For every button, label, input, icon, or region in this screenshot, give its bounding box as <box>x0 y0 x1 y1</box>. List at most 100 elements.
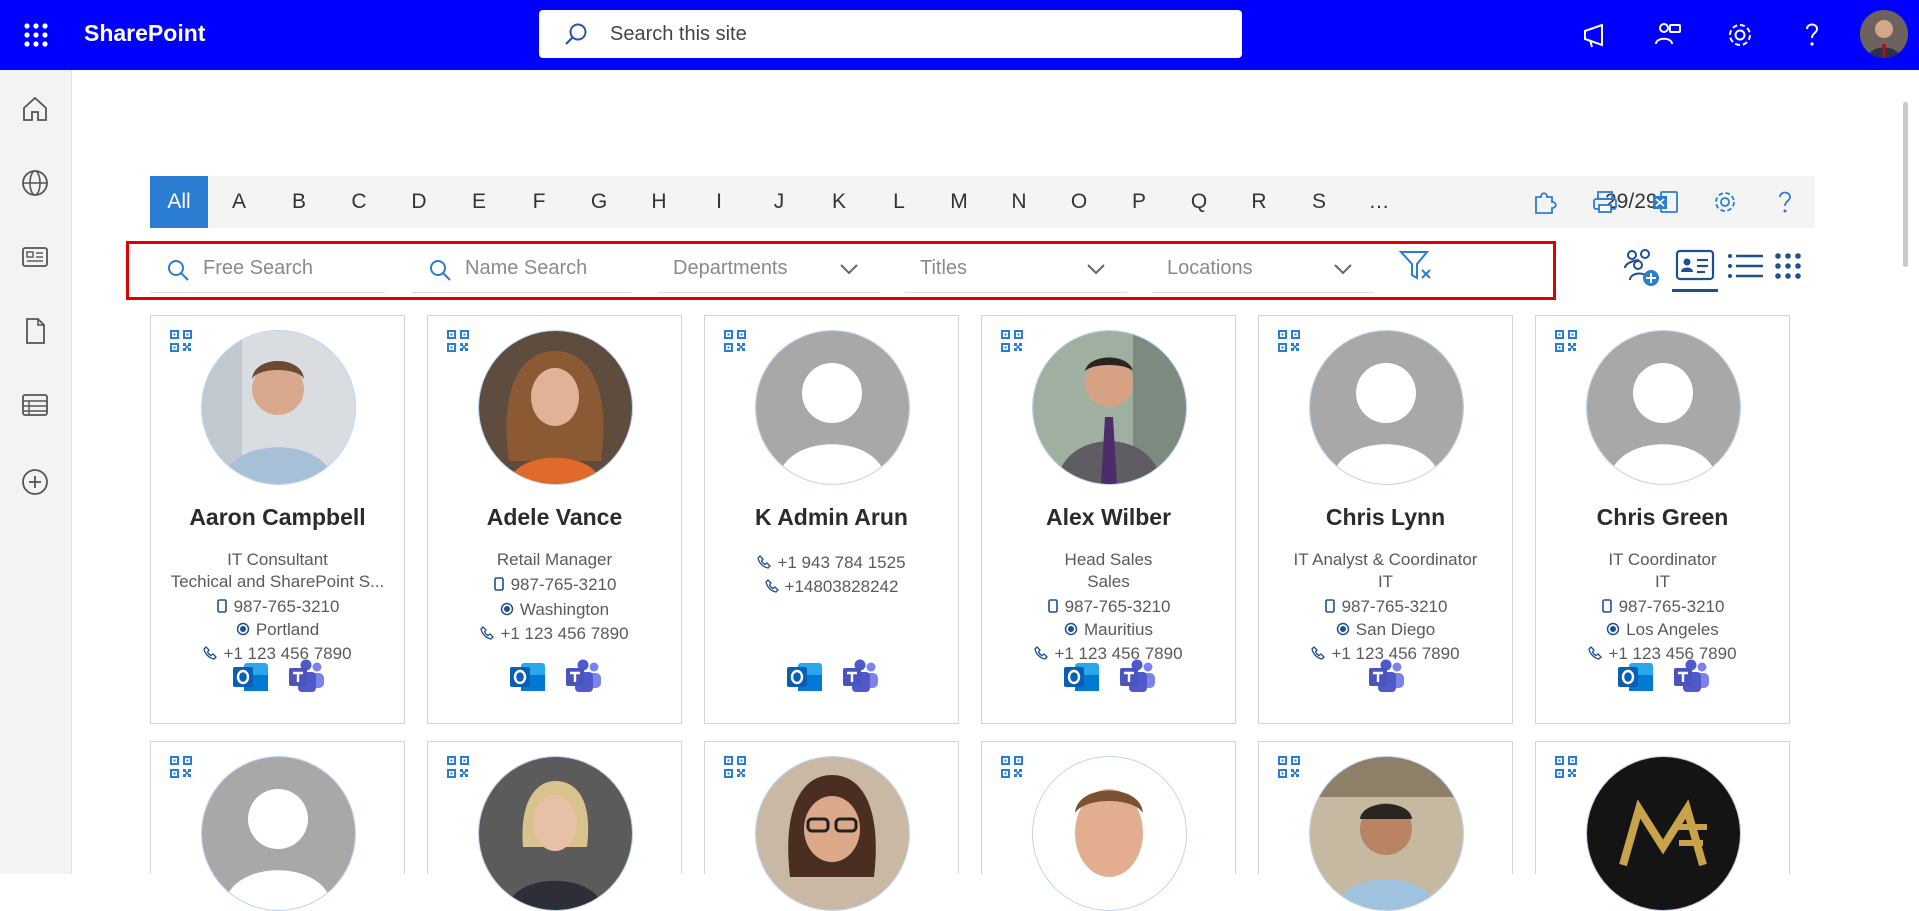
document-icon[interactable] <box>18 314 52 348</box>
qr-code-icon[interactable] <box>446 755 470 779</box>
person-card[interactable] <box>1535 741 1790 911</box>
alphabet-letter[interactable]: D <box>390 176 448 228</box>
person-card[interactable]: Chris Lynn IT Analyst & Coordinator IT 987-… <box>1258 315 1513 724</box>
person-card[interactable] <box>150 741 405 911</box>
alphabet-letter[interactable]: J <box>750 176 808 228</box>
person-card[interactable]: Alex Wilber Head Sales Sales 987-765-3210 Ma… <box>981 315 1236 724</box>
teams-icon[interactable] <box>1671 657 1711 697</box>
person-card[interactable] <box>981 741 1236 911</box>
person-name[interactable]: Chris Green <box>1536 504 1789 531</box>
person-card[interactable]: Aaron Campbell IT Consultant Techical and … <box>150 315 405 724</box>
site-search-box[interactable]: Search this site <box>539 10 1242 58</box>
qr-code-icon[interactable] <box>723 755 747 779</box>
departments-dropdown[interactable]: Departments <box>658 248 880 293</box>
help-icon[interactable] <box>1770 187 1800 217</box>
alphabet-letter[interactable]: A <box>210 176 268 228</box>
alphabet-letter[interactable]: P <box>1110 176 1168 228</box>
person-name[interactable]: Chris Lynn <box>1259 504 1512 531</box>
qr-code-icon[interactable] <box>1277 329 1301 353</box>
person-name[interactable]: Adele Vance <box>428 504 681 531</box>
teams-icon[interactable] <box>1366 657 1406 697</box>
user-avatar[interactable] <box>1860 10 1908 58</box>
alphabet-letter[interactable]: M <box>930 176 988 228</box>
globe-icon[interactable] <box>18 166 52 200</box>
list-view-icon[interactable] <box>1723 244 1769 290</box>
person-card[interactable]: K Admin Arun +1 943 784 1525 +14803828242 <box>704 315 959 724</box>
alphabet-letter[interactable]: C <box>330 176 388 228</box>
person-card[interactable] <box>1258 741 1513 911</box>
alphabet-letter[interactable]: E <box>450 176 508 228</box>
megaphone-icon[interactable] <box>1578 17 1614 53</box>
outlook-icon[interactable] <box>1061 657 1101 697</box>
alphabet-letter[interactable]: G <box>570 176 628 228</box>
alphabet-letter[interactable]: B <box>270 176 328 228</box>
profile-photo[interactable] <box>201 756 356 911</box>
qr-code-icon[interactable] <box>446 329 470 353</box>
alphabet-letter[interactable]: K <box>810 176 868 228</box>
card-view-tab[interactable] <box>1672 244 1718 292</box>
profile-photo[interactable] <box>1309 756 1464 911</box>
settings-icon[interactable] <box>1722 17 1758 53</box>
profile-photo[interactable] <box>755 330 910 485</box>
alphabet-letter[interactable]: F <box>510 176 568 228</box>
print-icon[interactable] <box>1590 187 1620 217</box>
profile-photo[interactable] <box>1586 330 1741 485</box>
alphabet-letter[interactable]: … <box>1350 176 1408 228</box>
qr-code-icon[interactable] <box>1554 329 1578 353</box>
settings-icon[interactable] <box>1710 187 1740 217</box>
name-search-input[interactable]: Name Search <box>412 248 632 293</box>
titles-dropdown[interactable]: Titles <box>905 248 1127 293</box>
qr-code-icon[interactable] <box>1277 755 1301 779</box>
share-icon[interactable] <box>1650 17 1686 53</box>
qr-code-icon[interactable] <box>723 329 747 353</box>
news-icon[interactable] <box>18 240 52 274</box>
profile-photo[interactable] <box>1032 330 1187 485</box>
grid-view-icon[interactable] <box>1766 244 1812 290</box>
outlook-icon[interactable] <box>507 657 547 697</box>
alphabet-letter[interactable]: H <box>630 176 688 228</box>
alphabet-letter[interactable]: I <box>690 176 748 228</box>
outlook-icon[interactable] <box>784 657 824 697</box>
add-icon[interactable] <box>18 465 52 499</box>
profile-photo[interactable] <box>201 330 356 485</box>
profile-photo[interactable] <box>755 756 910 911</box>
alphabet-letter[interactable]: O <box>1050 176 1108 228</box>
qr-code-icon[interactable] <box>1000 755 1024 779</box>
qr-code-icon[interactable] <box>1554 755 1578 779</box>
teams-icon[interactable] <box>840 657 880 697</box>
brand-title[interactable]: SharePoint <box>84 20 205 47</box>
person-card[interactable] <box>427 741 682 911</box>
excel-export-icon[interactable] <box>1650 187 1680 217</box>
person-card[interactable] <box>704 741 959 911</box>
alphabet-letter[interactable]: All <box>150 176 208 228</box>
add-people-icon[interactable] <box>1618 244 1664 290</box>
home-icon[interactable] <box>18 92 52 126</box>
alphabet-letter[interactable]: N <box>990 176 1048 228</box>
app-launcher-icon[interactable] <box>18 17 54 53</box>
outlook-icon[interactable] <box>1615 657 1655 697</box>
profile-photo[interactable] <box>1032 756 1187 911</box>
profile-photo[interactable] <box>1586 756 1741 911</box>
alphabet-letter[interactable]: L <box>870 176 928 228</box>
teams-icon[interactable] <box>563 657 603 697</box>
profile-photo[interactable] <box>478 756 633 911</box>
locations-dropdown[interactable]: Locations <box>1152 248 1374 293</box>
free-search-input[interactable]: Free Search <box>150 248 385 293</box>
teams-icon[interactable] <box>286 657 326 697</box>
qr-code-icon[interactable] <box>1000 329 1024 353</box>
person-name[interactable]: Alex Wilber <box>982 504 1235 531</box>
alphabet-letter[interactable]: S <box>1290 176 1348 228</box>
qr-code-icon[interactable] <box>169 755 193 779</box>
outlook-icon[interactable] <box>230 657 270 697</box>
help-icon[interactable] <box>1794 17 1830 53</box>
page-scrollbar[interactable] <box>1903 102 1908 267</box>
qr-code-icon[interactable] <box>169 329 193 353</box>
person-card[interactable]: Adele Vance Retail Manager 987-765-3210 Was… <box>427 315 682 724</box>
clear-filter-icon[interactable] <box>1398 248 1434 284</box>
teams-icon[interactable] <box>1117 657 1157 697</box>
person-name[interactable]: Aaron Campbell <box>151 504 404 531</box>
alphabet-letter[interactable]: Q <box>1170 176 1228 228</box>
person-name[interactable]: K Admin Arun <box>705 504 958 531</box>
person-card[interactable]: Chris Green IT Coordinator IT 987-765-3210 L… <box>1535 315 1790 724</box>
list-icon[interactable] <box>18 388 52 422</box>
